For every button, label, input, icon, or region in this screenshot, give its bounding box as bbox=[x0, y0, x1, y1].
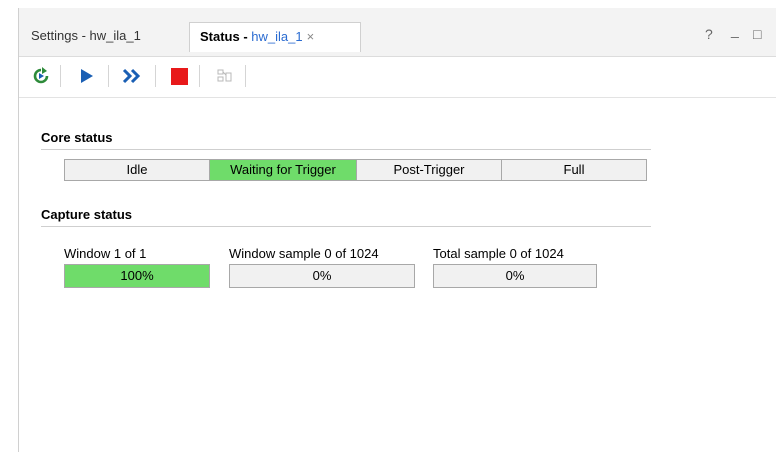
tab-settings-label: Settings - hw_ila_1 bbox=[31, 28, 141, 43]
toolbar-separator bbox=[108, 65, 109, 87]
export-icon[interactable] bbox=[213, 64, 237, 88]
tab-bar: Settings - hw_ila_1 Status - hw_ila_1 × ?… bbox=[19, 8, 776, 57]
tab-status[interactable]: Status - hw_ila_1 × bbox=[189, 22, 361, 52]
toolbar-separator bbox=[60, 65, 61, 87]
core-status-divider bbox=[41, 149, 651, 150]
stop-trigger-icon[interactable] bbox=[167, 64, 191, 88]
run-trigger-icon[interactable] bbox=[75, 64, 99, 88]
minimize-icon[interactable]: _ bbox=[731, 22, 739, 38]
toolbar-separator bbox=[199, 65, 200, 87]
core-state-waiting-for-trigger: Waiting for Trigger bbox=[210, 160, 357, 180]
window-sample-progress-bar: 0% bbox=[229, 264, 415, 288]
tab-status-name: hw_ila_1 bbox=[251, 29, 303, 44]
toolbar-separator bbox=[245, 65, 246, 87]
tab-settings[interactable]: Settings - hw_ila_1 bbox=[21, 22, 181, 50]
run-trigger-continuous-icon[interactable] bbox=[120, 64, 144, 88]
toolbar bbox=[19, 57, 776, 98]
core-state-full: Full bbox=[502, 160, 646, 180]
run-trigger-immediate-icon[interactable] bbox=[29, 64, 53, 88]
window-progress-text: 100% bbox=[120, 268, 154, 283]
tab-status-prefix: Status - bbox=[200, 29, 252, 44]
window-sample-progress-text: 0% bbox=[312, 268, 332, 283]
core-status-indicator: Idle Waiting for Trigger Post-Trigger Fu… bbox=[64, 159, 647, 181]
total-sample-progress-bar: 0% bbox=[433, 264, 597, 288]
capture-status-divider bbox=[41, 226, 651, 227]
window-progress-bar: 100% bbox=[64, 264, 210, 288]
window-sample-label: Window sample 0 of 1024 bbox=[229, 246, 379, 261]
toolbar-separator bbox=[155, 65, 156, 87]
core-state-post-trigger: Post-Trigger bbox=[357, 160, 502, 180]
total-sample-progress-text: 0% bbox=[505, 268, 525, 283]
tab-close-icon[interactable]: × bbox=[307, 29, 315, 44]
core-state-idle: Idle bbox=[65, 160, 210, 180]
help-icon[interactable]: ? bbox=[705, 26, 713, 42]
window-label: Window 1 of 1 bbox=[64, 246, 147, 261]
maximize-icon[interactable]: □ bbox=[753, 26, 761, 42]
total-sample-label: Total sample 0 of 1024 bbox=[433, 246, 564, 261]
status-panel: Settings - hw_ila_1 Status - hw_ila_1 × ?… bbox=[18, 8, 776, 452]
core-status-title: Core status bbox=[41, 130, 113, 145]
capture-status-title: Capture status bbox=[41, 207, 133, 222]
